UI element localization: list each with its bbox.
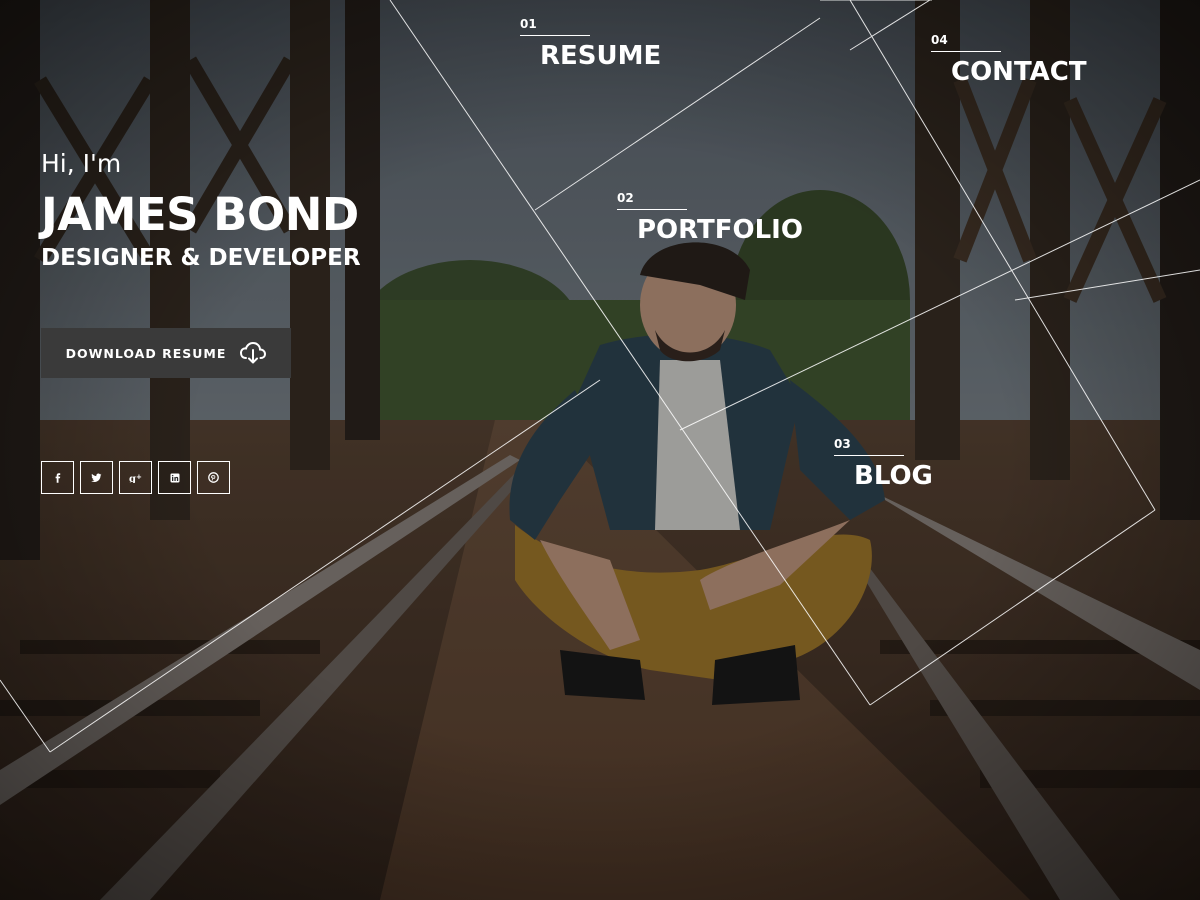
twitter-icon <box>91 473 102 482</box>
download-resume-label: DOWNLOAD RESUME <box>65 345 227 361</box>
greeting-text: Hi, I'm <box>41 149 122 178</box>
nav-divider <box>931 51 1001 52</box>
nav-label: PORTFOLIO <box>637 215 803 245</box>
nav-number: 03 <box>834 437 851 451</box>
nav-number: 04 <box>931 33 948 47</box>
nav-item-contact[interactable]: 04 CONTACT <box>931 34 1087 85</box>
twitter-link[interactable] <box>80 461 113 494</box>
facebook-icon <box>55 472 60 483</box>
nav-label: CONTACT <box>951 57 1087 87</box>
linkedin-link[interactable] <box>158 461 191 494</box>
cloud-download-icon <box>240 342 267 364</box>
social-links: g + <box>41 461 230 494</box>
pinterest-icon <box>208 472 219 483</box>
intro-block: Hi, I'm JAMES BOND DESIGNER & DEVELOPER <box>41 150 361 273</box>
pinterest-link[interactable] <box>197 461 230 494</box>
svg-text:g: g <box>129 474 136 483</box>
nav-number: 02 <box>617 191 634 205</box>
nav-divider <box>834 455 904 456</box>
nav-label: BLOG <box>854 461 933 491</box>
home-page: Hi, I'm JAMES BOND DESIGNER & DEVELOPER … <box>0 0 1200 900</box>
person-name: JAMES BOND <box>41 187 359 241</box>
download-resume-button[interactable]: DOWNLOAD RESUME <box>41 328 291 378</box>
person-tagline: DESIGNER & DEVELOPER <box>41 245 361 271</box>
nav-number: 01 <box>520 17 537 31</box>
nav-item-resume[interactable]: 01 RESUME <box>520 18 661 69</box>
linkedin-icon <box>170 473 179 482</box>
nav-item-blog[interactable]: 03 BLOG <box>834 438 933 489</box>
facebook-link[interactable] <box>41 461 74 494</box>
nav-item-portfolio[interactable]: 02 PORTFOLIO <box>617 192 803 243</box>
nav-divider <box>520 35 590 36</box>
nav-divider <box>617 209 687 210</box>
hero-background-image <box>0 0 1200 900</box>
nav-label: RESUME <box>540 41 662 71</box>
svg-text:+: + <box>136 473 142 481</box>
google-plus-icon: g + <box>129 473 142 483</box>
google-plus-link[interactable]: g + <box>119 461 152 494</box>
